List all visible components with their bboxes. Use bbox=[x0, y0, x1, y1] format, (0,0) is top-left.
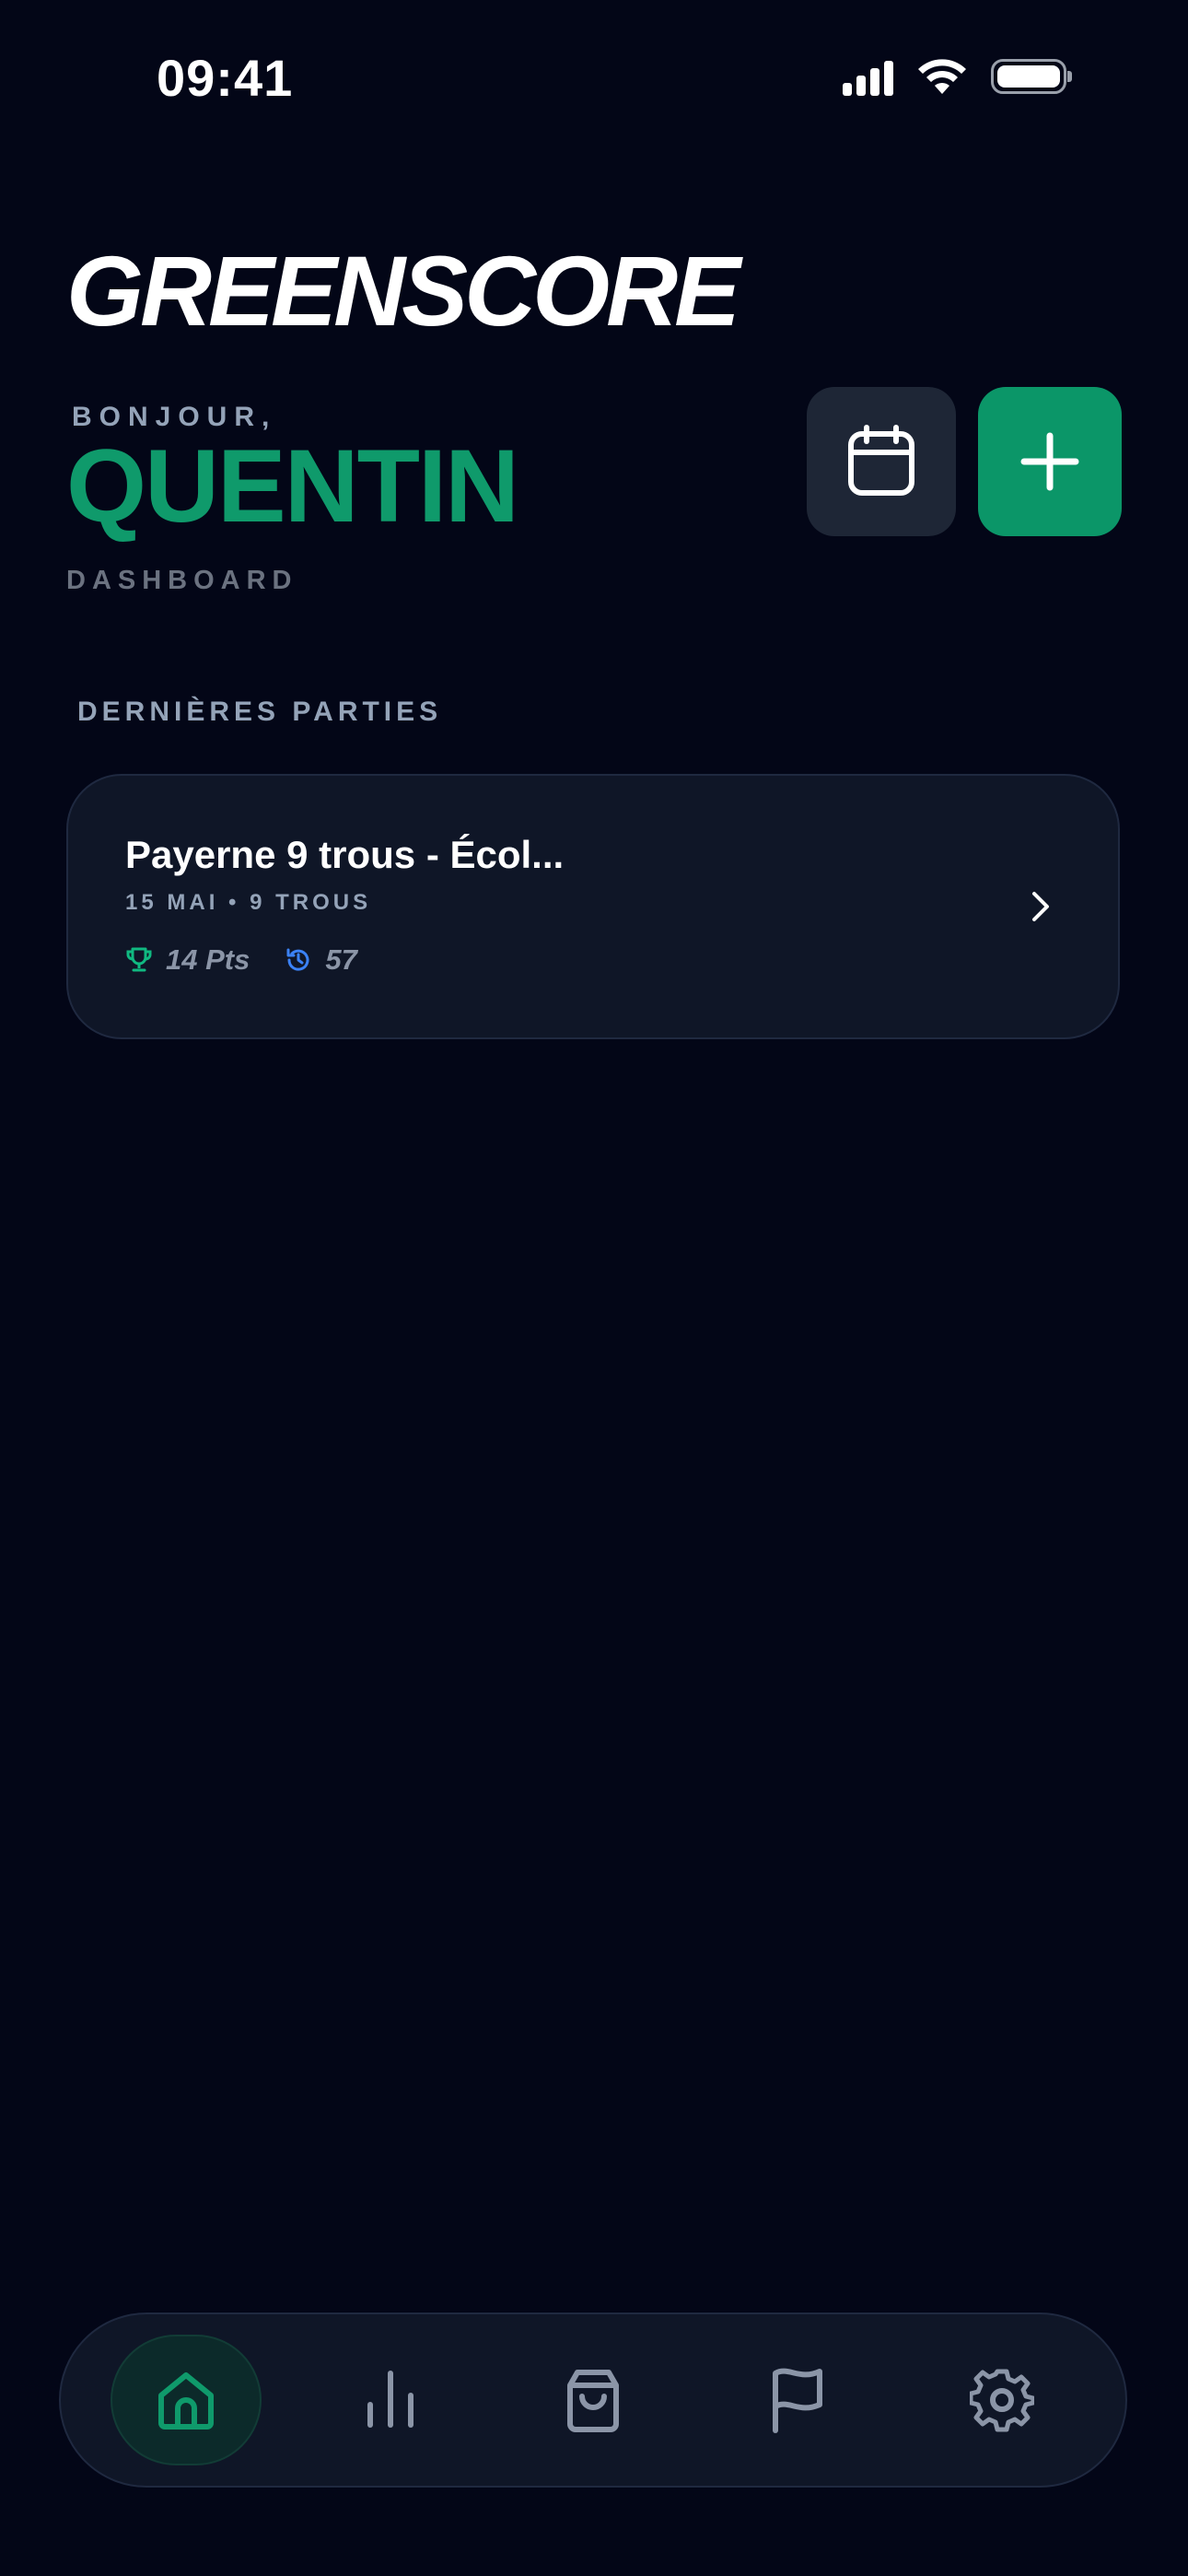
nav-item-courses[interactable] bbox=[722, 2335, 873, 2465]
game-card[interactable]: Payerne 9 trous - Écol... 15 MAI • 9 TRO… bbox=[66, 774, 1120, 1039]
calendar-icon bbox=[848, 425, 914, 496]
history-icon bbox=[286, 948, 309, 971]
points-stat: 14 Pts bbox=[125, 943, 250, 977]
game-meta: 15 MAI • 9 TROUS bbox=[125, 890, 372, 915]
bar-chart-icon bbox=[367, 2371, 413, 2428]
nav-item-home[interactable] bbox=[111, 2335, 262, 2465]
trophy-icon bbox=[126, 947, 152, 972]
status-time: 09:41 bbox=[157, 49, 294, 107]
flag-icon bbox=[773, 2368, 822, 2433]
app-title: GREENSCORE bbox=[66, 235, 740, 346]
nav-item-settings[interactable] bbox=[926, 2335, 1077, 2465]
wifi-icon bbox=[918, 59, 966, 94]
status-icons bbox=[843, 57, 1072, 96]
strokes-value: 57 bbox=[325, 943, 357, 976]
section-title-recent-games: DERNIÈRES PARTIES bbox=[77, 697, 443, 727]
strokes-stat: 57 bbox=[285, 943, 357, 977]
shopping-bag-icon bbox=[567, 2370, 619, 2432]
game-title: Payerne 9 trous - Écol... bbox=[125, 833, 565, 876]
add-game-button[interactable] bbox=[978, 387, 1122, 536]
nav-item-shop[interactable] bbox=[518, 2335, 669, 2465]
plus-icon bbox=[1020, 432, 1079, 491]
points-value: 14 Pts bbox=[166, 943, 250, 976]
user-name: QUENTIN bbox=[66, 428, 519, 544]
calendar-button[interactable] bbox=[807, 387, 956, 536]
home-icon bbox=[158, 2372, 214, 2430]
gear-icon bbox=[970, 2369, 1034, 2432]
nav-item-stats[interactable] bbox=[315, 2335, 466, 2465]
chevron-right-icon bbox=[1032, 892, 1049, 921]
game-stats: 14 Pts 57 bbox=[125, 943, 357, 977]
page-title: DASHBOARD bbox=[66, 566, 298, 595]
cellular-signal-icon bbox=[843, 57, 893, 96]
battery-icon bbox=[991, 59, 1072, 94]
bottom-nav bbox=[59, 2313, 1127, 2488]
